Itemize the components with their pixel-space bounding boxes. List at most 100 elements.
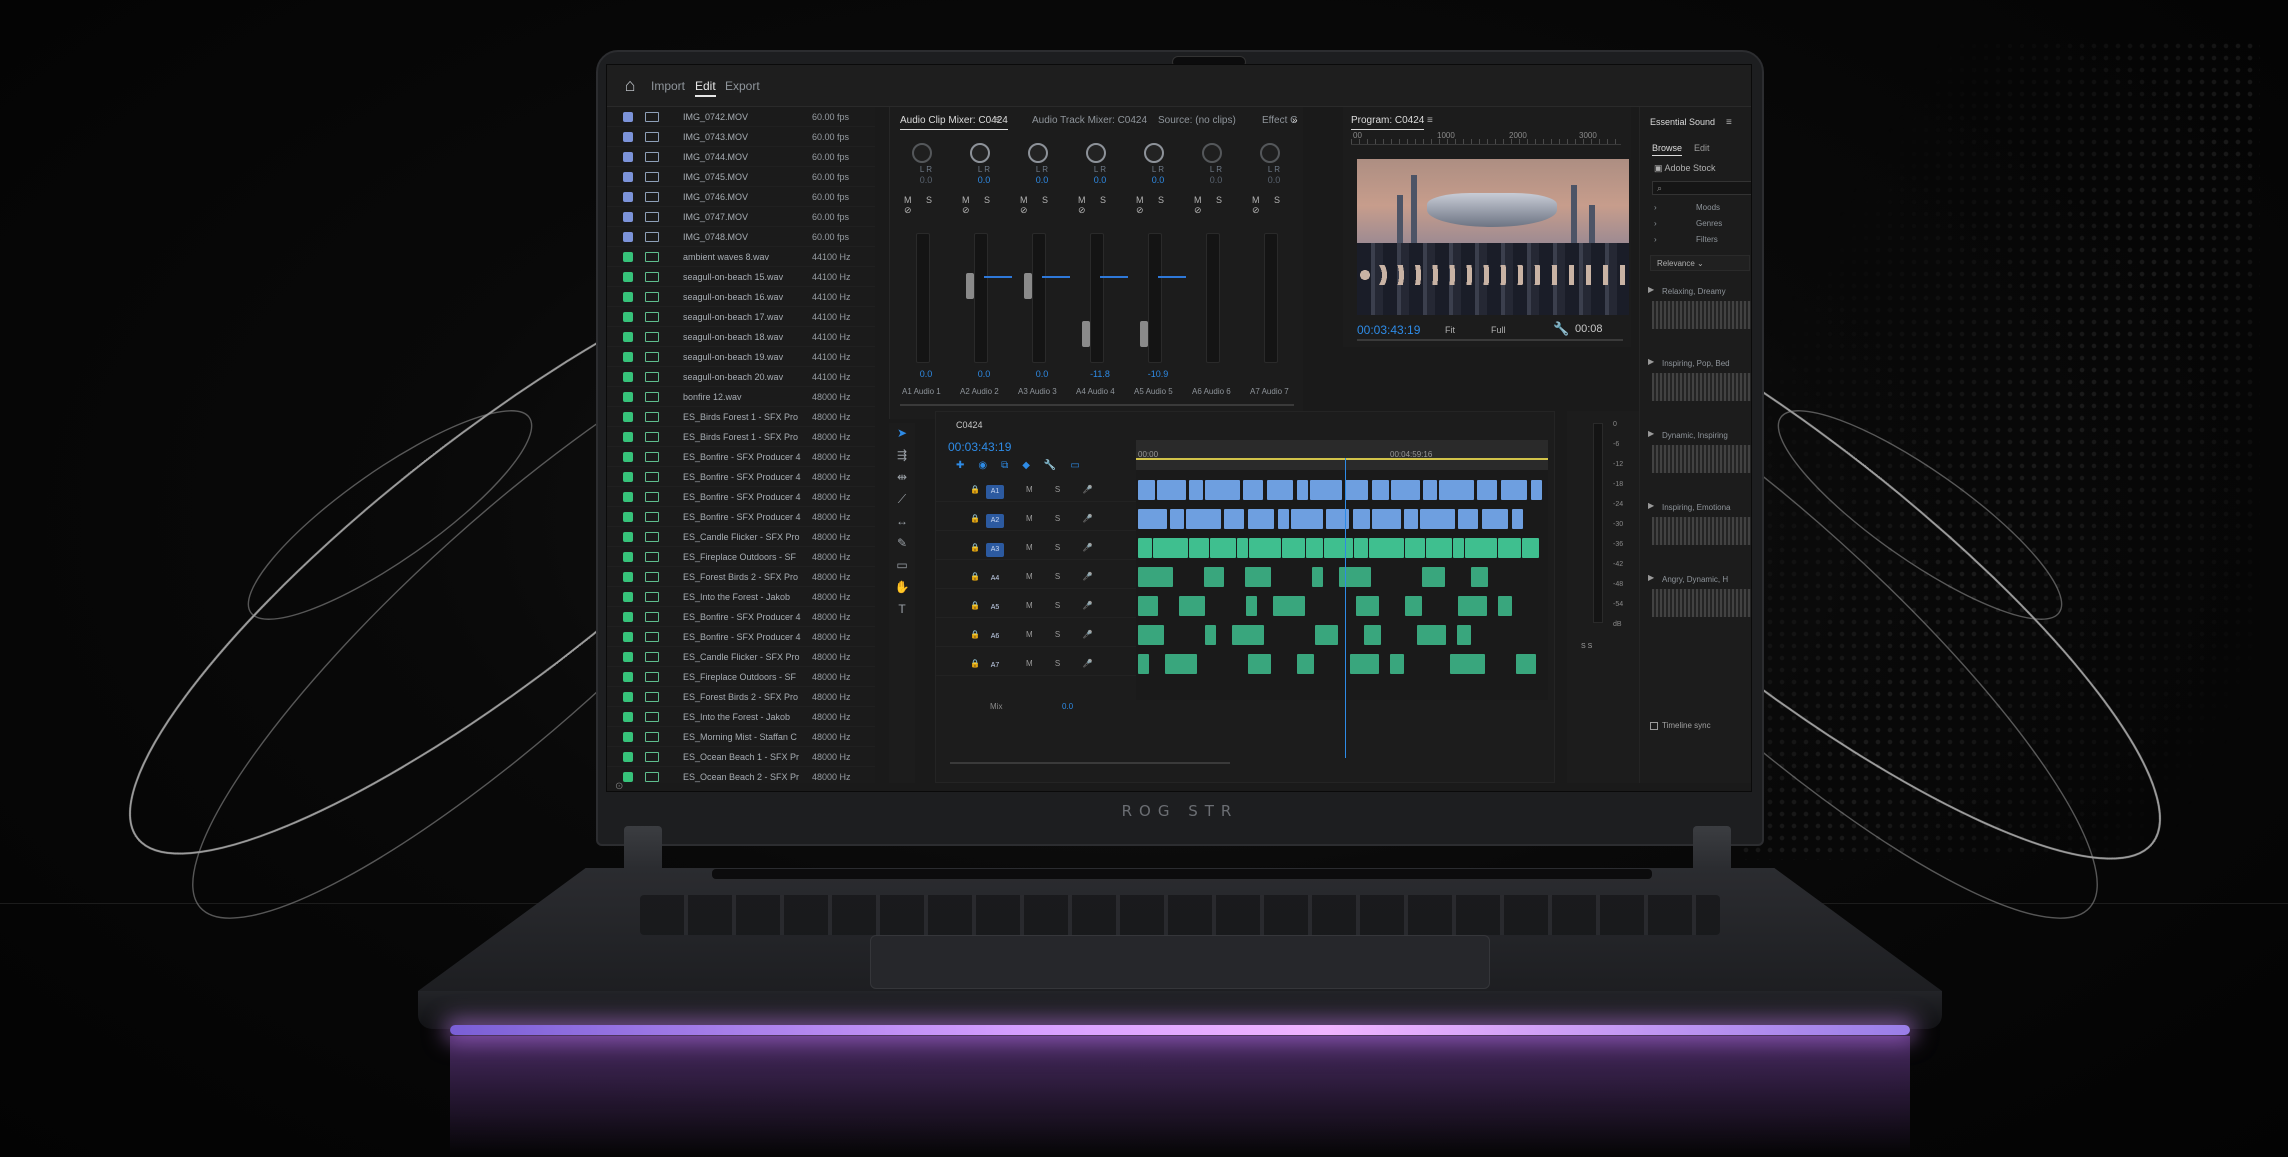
sound-result[interactable]: ▶ Relaxing, Dreamy — [1648, 285, 1751, 333]
clip[interactable] — [1138, 567, 1173, 587]
volume-fader[interactable] — [1140, 321, 1148, 347]
clip[interactable] — [1422, 567, 1445, 587]
clip[interactable] — [1498, 596, 1512, 616]
list-item[interactable]: IMG_0747.MOV 60.00 fps — [607, 207, 875, 227]
clip[interactable] — [1364, 625, 1381, 645]
play-icon[interactable]: ▶ — [1648, 501, 1654, 510]
pan-value[interactable]: 0.0 — [1194, 175, 1238, 185]
timeline-toolbar-icons[interactable]: ✚◉⧉◆🔧▭ — [956, 460, 1094, 471]
fader-value[interactable]: -10.9 — [1136, 369, 1180, 379]
list-item[interactable]: ES_Ocean Beach 1 - SFX Pr 48000 Hz — [607, 747, 875, 767]
fader-value[interactable]: 0.0 — [904, 369, 948, 379]
color-label[interactable] — [623, 472, 633, 482]
color-label[interactable] — [623, 512, 633, 522]
list-item[interactable]: IMG_0742.MOV 60.00 fps — [607, 107, 875, 127]
mute-solo-buttons[interactable]: M S ⊘ — [1252, 195, 1306, 216]
fader-value[interactable]: 0.0 — [962, 369, 1006, 379]
track-target[interactable]: A7 — [986, 659, 1004, 673]
ripple-edit-icon[interactable]: ⇹ — [894, 469, 910, 485]
list-item[interactable]: IMG_0744.MOV 60.00 fps — [607, 147, 875, 167]
clip[interactable] — [1453, 538, 1464, 558]
color-label[interactable] — [623, 432, 633, 442]
list-item[interactable]: seagull-on-beach 16.wav 44100 Hz — [607, 287, 875, 307]
list-item[interactable]: ES_Ocean Beach 2 - SFX Pr 48000 Hz — [607, 767, 875, 783]
list-item[interactable]: seagull-on-beach 17.wav 44100 Hz — [607, 307, 875, 327]
clip[interactable] — [1465, 538, 1497, 558]
type-tool-icon[interactable]: T — [894, 601, 910, 617]
track-target[interactable]: A4 — [986, 572, 1004, 586]
list-item[interactable]: ES_Into the Forest - Jakob 48000 Hz — [607, 587, 875, 607]
list-item[interactable]: ES_Forest Birds 2 - SFX Pro 48000 Hz — [607, 567, 875, 587]
clip[interactable] — [1205, 480, 1240, 500]
list-item[interactable]: ES_Bonfire - SFX Producer 4 48000 Hz — [607, 487, 875, 507]
color-label[interactable] — [623, 192, 633, 202]
color-label[interactable] — [623, 712, 633, 722]
color-label[interactable] — [623, 572, 633, 582]
clip[interactable] — [1267, 480, 1293, 500]
moods-filter[interactable]: › Moods — [1654, 203, 1720, 212]
track-mute-solo[interactable]: M S 🎤 — [1026, 630, 1102, 639]
clip[interactable] — [1522, 538, 1539, 558]
pan-value[interactable]: 0.0 — [1078, 175, 1122, 185]
clip[interactable] — [1232, 625, 1264, 645]
program-scrubber[interactable] — [1357, 339, 1623, 341]
list-item[interactable]: ES_Fireplace Outdoors - SF 48000 Hz — [607, 547, 875, 567]
selection-tool-icon[interactable]: ➤ — [894, 425, 910, 441]
play-icon[interactable]: ▶ — [1648, 285, 1654, 294]
pan-knob-icon[interactable] — [1144, 143, 1164, 163]
color-label[interactable] — [623, 732, 633, 742]
color-label[interactable] — [623, 332, 633, 342]
sound-result[interactable]: ▶ Angry, Dynamic, H — [1648, 573, 1751, 621]
color-label[interactable] — [623, 132, 633, 142]
clip[interactable] — [1189, 538, 1209, 558]
pan-value[interactable]: 0.0 — [1136, 175, 1180, 185]
tab-audio-clip-mixer[interactable]: Audio Clip Mixer: C0424 — [900, 115, 1008, 130]
clip[interactable] — [1138, 538, 1152, 558]
clip[interactable] — [1439, 480, 1474, 500]
color-label[interactable] — [623, 172, 633, 182]
color-label[interactable] — [623, 232, 633, 242]
mute-solo-buttons[interactable]: M S ⊘ — [962, 195, 1016, 216]
clip[interactable] — [1482, 509, 1508, 529]
list-item[interactable]: seagull-on-beach 20.wav 44100 Hz — [607, 367, 875, 387]
color-label[interactable] — [623, 372, 633, 382]
clip[interactable] — [1315, 625, 1338, 645]
lock-icon[interactable]: 🔒 — [970, 514, 980, 523]
track-target[interactable]: A3 — [986, 543, 1004, 557]
clip[interactable] — [1312, 567, 1323, 587]
clip[interactable] — [1339, 567, 1371, 587]
work-area-bar[interactable] — [1136, 458, 1548, 460]
sort-dropdown[interactable]: Relevance ⌄ — [1650, 255, 1750, 271]
list-item[interactable]: ES_Candle Flicker - SFX Pro 48000 Hz — [607, 647, 875, 667]
clip[interactable] — [1457, 625, 1471, 645]
clip[interactable] — [1165, 654, 1197, 674]
list-item[interactable]: ES_Bonfire - SFX Producer 4 48000 Hz — [607, 627, 875, 647]
clip[interactable] — [1224, 509, 1244, 529]
pan-knob-icon[interactable] — [1202, 143, 1222, 163]
panel-menu-icon[interactable]: ≡ — [1427, 115, 1433, 126]
lock-icon[interactable]: 🔒 — [970, 572, 980, 581]
resolution-dropdown[interactable]: Full — [1491, 325, 1506, 335]
lock-icon[interactable]: 🔒 — [970, 601, 980, 610]
color-label[interactable] — [623, 292, 633, 302]
pan-value[interactable]: 0.0 — [1252, 175, 1296, 185]
mute-solo-buttons[interactable]: M S ⊘ — [1136, 195, 1190, 216]
list-item[interactable]: seagull-on-beach 15.wav 44100 Hz — [607, 267, 875, 287]
pan-value[interactable]: 0.0 — [1020, 175, 1064, 185]
list-item[interactable]: ambient waves 8.wav 44100 Hz — [607, 247, 875, 267]
fit-dropdown[interactable]: Fit — [1445, 325, 1455, 335]
tab-edit[interactable]: Edit — [1694, 143, 1710, 153]
color-label[interactable] — [623, 352, 633, 362]
list-item[interactable]: seagull-on-beach 19.wav 44100 Hz — [607, 347, 875, 367]
clip[interactable] — [1512, 509, 1523, 529]
color-label[interactable] — [623, 672, 633, 682]
fader-value[interactable]: -11.8 — [1078, 369, 1122, 379]
list-item[interactable]: ES_Morning Mist - Staffan C 48000 Hz — [607, 727, 875, 747]
list-item[interactable]: ES_Birds Forest 1 - SFX Pro 48000 Hz — [607, 407, 875, 427]
list-item[interactable]: bonfire 12.wav 48000 Hz — [607, 387, 875, 407]
list-item[interactable]: ES_Bonfire - SFX Producer 4 48000 Hz — [607, 507, 875, 527]
track-target[interactable]: A2 — [986, 514, 1004, 528]
clip[interactable] — [1417, 625, 1446, 645]
pan-knob-icon[interactable] — [1086, 143, 1106, 163]
clip[interactable] — [1405, 538, 1425, 558]
